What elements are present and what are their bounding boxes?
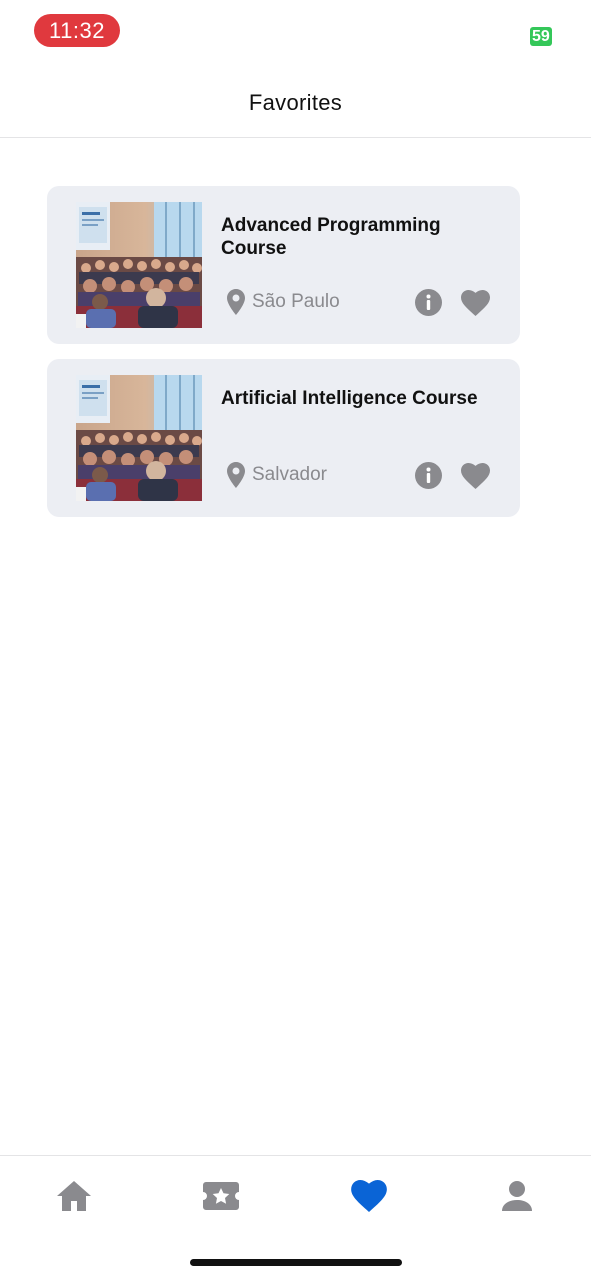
tab-home[interactable] (54, 1178, 94, 1214)
tab-profile[interactable] (497, 1178, 537, 1214)
ticket-star-icon (203, 1182, 239, 1210)
event-location: Salvador (227, 462, 327, 488)
event-thumbnail (76, 375, 202, 501)
home-indicator (190, 1259, 402, 1266)
location-pin-icon (227, 462, 245, 488)
event-title: Artificial Intelligence Course (221, 388, 478, 409)
favorite-card[interactable]: Artificial Intelligence Course Salvador (47, 359, 520, 517)
location-label: Salvador (252, 464, 327, 485)
status-bar: 11:32 59 (0, 0, 591, 62)
navigation-header: Favorites (0, 62, 591, 138)
page-title: Favorites (248, 90, 343, 115)
event-thumbnail (76, 202, 202, 328)
tab-events[interactable] (201, 1178, 241, 1214)
info-icon[interactable] (415, 289, 442, 316)
event-title: Advanced Programming Course (221, 215, 441, 259)
battery-indicator: 59 (530, 27, 552, 46)
location-label: São Paulo (252, 291, 340, 312)
home-icon (57, 1181, 91, 1211)
favorite-heart-icon[interactable] (461, 290, 490, 316)
person-icon (502, 1181, 532, 1211)
location-pin-icon (227, 289, 245, 315)
heart-icon (351, 1180, 387, 1212)
event-location: São Paulo (227, 289, 340, 315)
status-time: 11:32 (34, 14, 120, 47)
info-icon[interactable] (415, 462, 442, 489)
favorite-card[interactable]: Advanced Programming Course São Paulo (47, 186, 520, 344)
favorite-heart-icon[interactable] (461, 463, 490, 489)
tab-favorites[interactable] (349, 1178, 389, 1214)
